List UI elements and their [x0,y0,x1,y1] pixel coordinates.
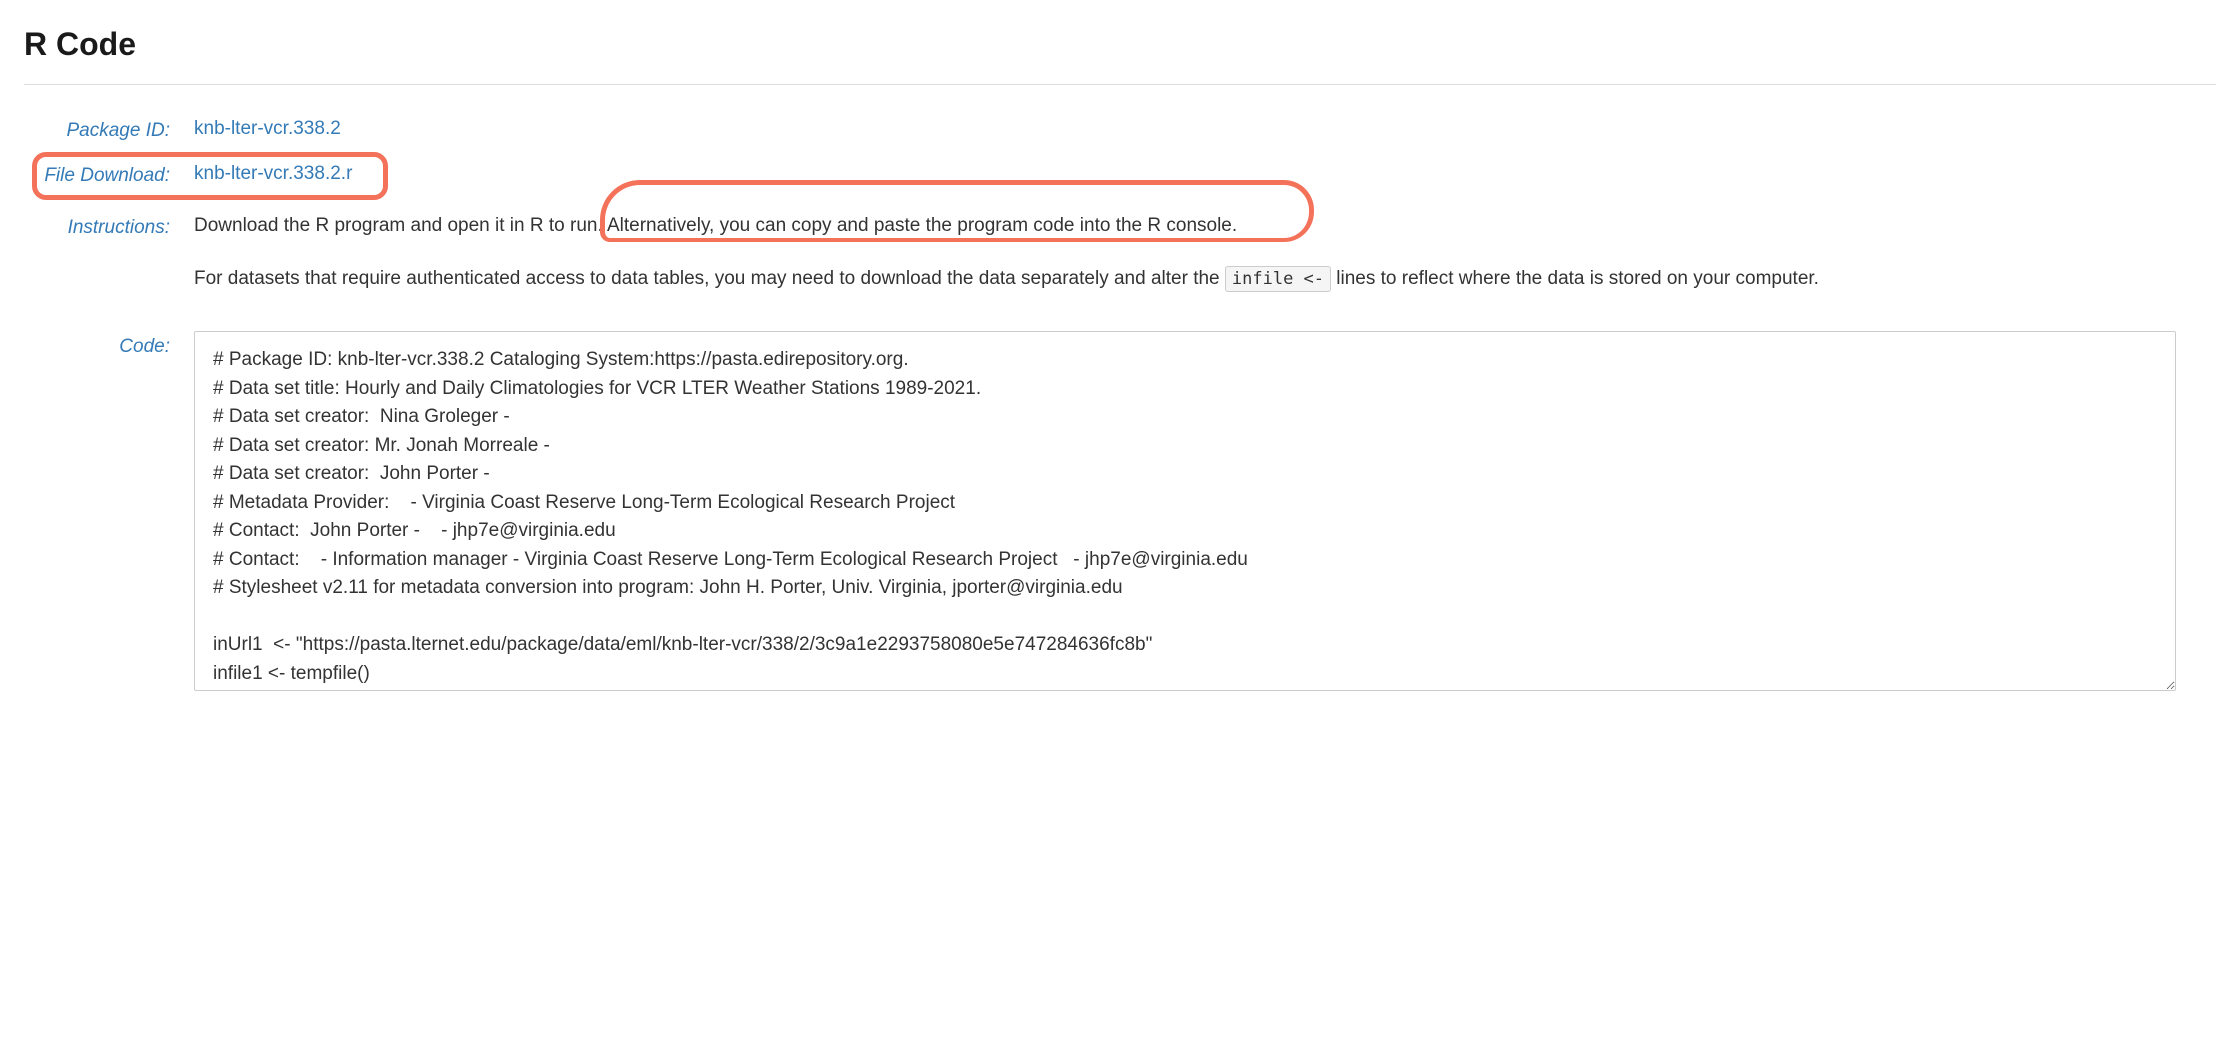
content-area: Package ID: knb-lter-vcr.338.2 File Down… [24,115,2216,691]
code-label: Code: [24,331,194,362]
file-download-link[interactable]: knb-lter-vcr.338.2.r [194,163,352,184]
instructions-text-2a: For datasets that require authenticated … [194,268,1225,289]
instructions-para-1: Download the R program and open it in R … [194,212,2176,241]
package-id-link[interactable]: knb-lter-vcr.338.2 [194,118,341,139]
row-package-id: Package ID: knb-lter-vcr.338.2 [24,115,2216,146]
instructions-text-1a: Download the R program and open it in R … [194,215,603,236]
instructions-text-1b: Alternatively, you can copy and paste th… [603,215,1237,236]
section-divider [24,84,2216,85]
row-file-download: File Download: knb-lter-vcr.338.2.r [24,160,2216,191]
row-instructions: Instructions: Download the R program and… [24,212,2216,317]
package-id-value-cell: knb-lter-vcr.338.2 [194,115,2216,144]
instructions-para-2: For datasets that require authenticated … [194,265,2176,294]
instructions-text-2b: lines to reflect where the data is store… [1331,268,1819,289]
code-value-cell: # Package ID: knb-lter-vcr.338.2 Catalog… [194,331,2216,691]
infile-code-snippet: infile <- [1225,266,1331,292]
file-download-label: File Download: [24,160,194,191]
code-textarea[interactable]: # Package ID: knb-lter-vcr.338.2 Catalog… [194,331,2176,691]
instructions-label: Instructions: [24,212,194,243]
row-code: Code: # Package ID: knb-lter-vcr.338.2 C… [24,331,2216,691]
package-id-label: Package ID: [24,115,194,146]
page-title: R Code [24,20,2216,68]
file-download-value-cell: knb-lter-vcr.338.2.r [194,160,2216,189]
instructions-value-cell: Download the R program and open it in R … [194,212,2216,317]
